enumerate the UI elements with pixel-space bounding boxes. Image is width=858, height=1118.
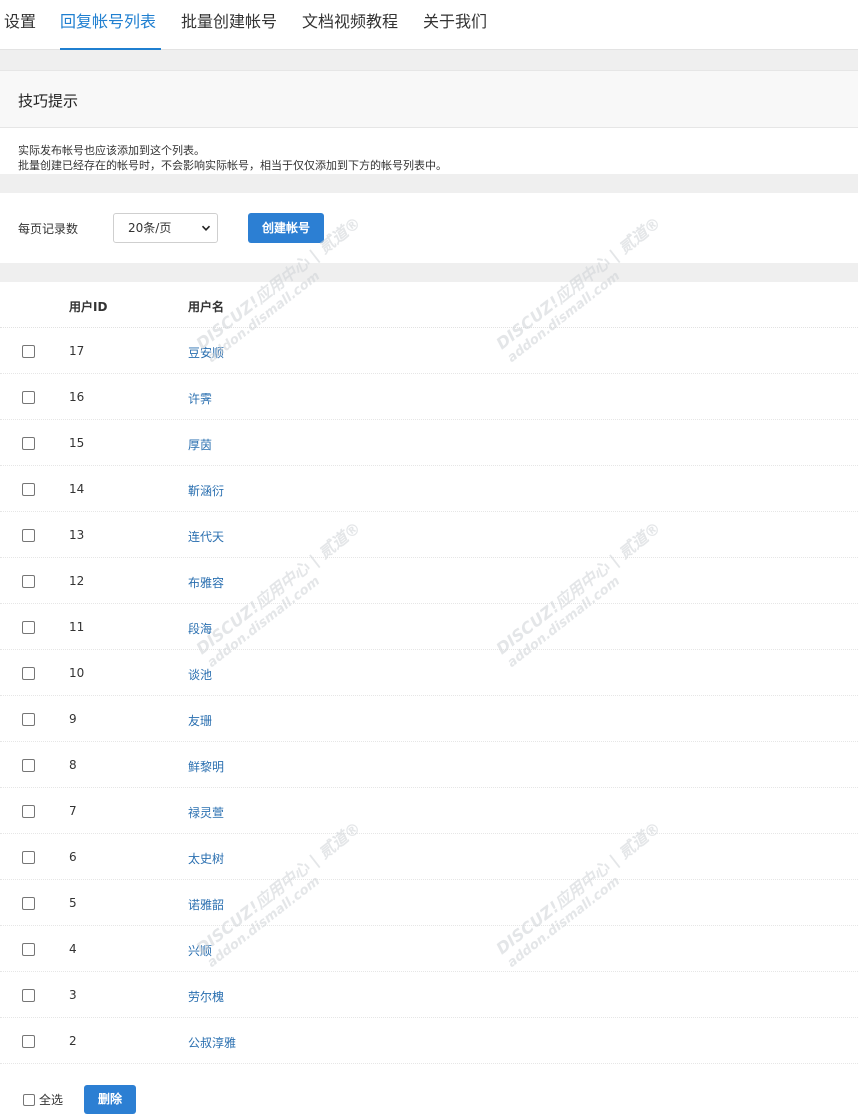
username-link[interactable]: 布雅容 bbox=[188, 574, 224, 591]
tab-settings[interactable]: 设置 bbox=[4, 0, 36, 50]
table-row: 16 许霁 bbox=[0, 374, 858, 420]
section-gap bbox=[0, 50, 858, 70]
username-link[interactable]: 兴顺 bbox=[188, 942, 212, 959]
user-id-cell: 13 bbox=[69, 528, 85, 542]
row-checkbox[interactable] bbox=[22, 989, 35, 1002]
user-id-cell: 4 bbox=[69, 942, 77, 956]
username-link[interactable]: 禄灵萱 bbox=[188, 804, 224, 821]
user-id-cell: 6 bbox=[69, 850, 77, 864]
user-id-cell: 12 bbox=[69, 574, 85, 588]
tab-docs-video[interactable]: 文档视频教程 bbox=[302, 0, 398, 50]
username-link[interactable]: 太史树 bbox=[188, 850, 224, 867]
user-id-cell: 15 bbox=[69, 436, 85, 450]
account-table: 用户ID 用户名 17 豆安顺 16 许霁 15 厚茵 14 靳涵衍 13 连代天 12 布雅容 11 段… bbox=[0, 282, 858, 1064]
tips-line: 批量创建已经存在的帐号时，不会影响实际帐号，相当于仅仅添加到下方的帐号列表中。 bbox=[18, 159, 447, 172]
table-row: 7 禄灵萱 bbox=[0, 788, 858, 834]
row-checkbox[interactable] bbox=[22, 713, 35, 726]
username-link[interactable]: 段海 bbox=[188, 620, 212, 637]
row-checkbox[interactable] bbox=[22, 345, 35, 358]
per-page-label: 每页记录数 bbox=[18, 222, 79, 236]
chevron-down-icon bbox=[201, 225, 211, 231]
per-page-value: 20条/页 bbox=[128, 221, 172, 235]
per-page-select[interactable]: 20条/页 bbox=[113, 213, 218, 243]
table-header: 用户ID 用户名 bbox=[0, 282, 858, 328]
row-checkbox[interactable] bbox=[22, 621, 35, 634]
table-body: 17 豆安顺 16 许霁 15 厚茵 14 靳涵衍 13 连代天 12 布雅容 11 段海 10 谈池 9 友珊 8… bbox=[0, 328, 858, 1064]
user-id-cell: 11 bbox=[69, 620, 85, 634]
username-link[interactable]: 厚茵 bbox=[188, 436, 212, 453]
tab-about-us[interactable]: 关于我们 bbox=[423, 0, 487, 50]
username-link[interactable]: 靳涵衍 bbox=[188, 482, 224, 499]
table-row: 12 布雅容 bbox=[0, 558, 858, 604]
create-account-button[interactable]: 创建帐号 bbox=[248, 213, 324, 243]
row-checkbox[interactable] bbox=[22, 851, 35, 864]
table-row: 6 太史树 bbox=[0, 834, 858, 880]
username-link[interactable]: 许霁 bbox=[188, 390, 212, 407]
tips-line: 实际发布帐号也应该添加到这个列表。 bbox=[18, 144, 205, 157]
user-id-cell: 17 bbox=[69, 344, 85, 358]
table-row: 5 诺雅韶 bbox=[0, 880, 858, 926]
username-link[interactable]: 鲜黎明 bbox=[188, 758, 224, 775]
tab-batch-create[interactable]: 批量创建帐号 bbox=[181, 0, 277, 50]
row-checkbox[interactable] bbox=[22, 943, 35, 956]
table-row: 2 公叔淳雅 bbox=[0, 1018, 858, 1064]
table-row: 8 鲜黎明 bbox=[0, 742, 858, 788]
username-link[interactable]: 劳尔槐 bbox=[188, 988, 224, 1005]
list-controls: 每页记录数 20条/页 创建帐号 bbox=[0, 193, 858, 263]
delete-button[interactable]: 删除 bbox=[84, 1085, 136, 1114]
user-id-cell: 3 bbox=[69, 988, 77, 1002]
user-id-cell: 16 bbox=[69, 390, 85, 404]
table-row: 3 劳尔槐 bbox=[0, 972, 858, 1018]
tips-body: 实际发布帐号也应该添加到这个列表。 批量创建已经存在的帐号时，不会影响实际帐号，… bbox=[0, 128, 858, 174]
row-checkbox[interactable] bbox=[22, 805, 35, 818]
user-id-cell: 8 bbox=[69, 758, 77, 772]
select-all-checkbox[interactable] bbox=[23, 1094, 35, 1106]
username-link[interactable]: 友珊 bbox=[188, 712, 212, 729]
column-header-user-id: 用户ID bbox=[69, 300, 108, 314]
top-tabs: 设置 回复帐号列表 批量创建帐号 文档视频教程 关于我们 bbox=[0, 0, 858, 50]
row-checkbox[interactable] bbox=[22, 483, 35, 496]
user-id-cell: 2 bbox=[69, 1034, 77, 1048]
tips-title: 技巧提示 bbox=[18, 92, 79, 110]
user-id-cell: 10 bbox=[69, 666, 85, 680]
row-checkbox[interactable] bbox=[22, 759, 35, 772]
section-gap bbox=[0, 263, 858, 282]
username-link[interactable]: 诺雅韶 bbox=[188, 896, 224, 913]
row-checkbox[interactable] bbox=[22, 897, 35, 910]
username-link[interactable]: 豆安顺 bbox=[188, 344, 224, 361]
table-row: 17 豆安顺 bbox=[0, 328, 858, 374]
row-checkbox[interactable] bbox=[22, 1035, 35, 1048]
user-id-cell: 5 bbox=[69, 896, 77, 910]
table-row: 14 靳涵衍 bbox=[0, 466, 858, 512]
column-header-username: 用户名 bbox=[188, 300, 225, 314]
row-checkbox[interactable] bbox=[22, 391, 35, 404]
table-row: 9 友珊 bbox=[0, 696, 858, 742]
username-link[interactable]: 谈池 bbox=[188, 666, 212, 683]
user-id-cell: 14 bbox=[69, 482, 85, 496]
user-id-cell: 9 bbox=[69, 712, 77, 726]
row-checkbox[interactable] bbox=[22, 529, 35, 542]
table-row: 15 厚茵 bbox=[0, 420, 858, 466]
user-id-cell: 7 bbox=[69, 804, 77, 818]
row-checkbox[interactable] bbox=[22, 667, 35, 680]
select-all-label[interactable]: 全选 bbox=[39, 1091, 63, 1108]
username-link[interactable]: 公叔淳雅 bbox=[188, 1034, 236, 1051]
table-row: 4 兴顺 bbox=[0, 926, 858, 972]
tab-reply-account-list[interactable]: 回复帐号列表 bbox=[60, 0, 161, 50]
tips-header: 技巧提示 bbox=[0, 70, 858, 128]
username-link[interactable]: 连代天 bbox=[188, 528, 224, 545]
table-footer: 全选 删除 bbox=[0, 1080, 858, 1118]
row-checkbox[interactable] bbox=[22, 575, 35, 588]
table-row: 11 段海 bbox=[0, 604, 858, 650]
table-row: 13 连代天 bbox=[0, 512, 858, 558]
table-row: 10 谈池 bbox=[0, 650, 858, 696]
section-gap bbox=[0, 174, 858, 193]
row-checkbox[interactable] bbox=[22, 437, 35, 450]
